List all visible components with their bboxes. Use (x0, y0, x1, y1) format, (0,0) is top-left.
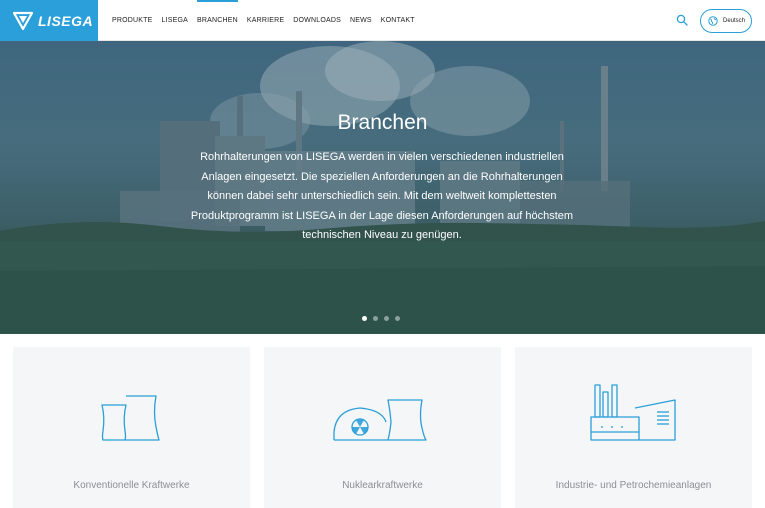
slider-dot-1[interactable] (362, 316, 367, 321)
hero-description: Rohrhalterungen von LISEGA werden in vie… (190, 151, 574, 241)
card-title: Industrie- und Petrochemieanlagen (555, 480, 712, 491)
card-nuklearkraftwerke[interactable]: Nuklearkraftwerke (264, 347, 501, 508)
nav-item-kontakt[interactable]: KONTAKT (381, 0, 415, 41)
nav-item-downloads[interactable]: DOWNLOADS (293, 0, 341, 41)
nav-item-news[interactable]: NEWS (350, 0, 372, 41)
logo-text: LISEGA (38, 12, 94, 29)
nav-item-karriere[interactable]: KARRIERE (247, 0, 284, 41)
logo[interactable]: LISEGA (0, 0, 98, 41)
slider-dot-2[interactable] (373, 316, 378, 321)
slider-pagination (362, 316, 406, 321)
card-konventionelle-kraftwerke[interactable]: Konventionelle Kraftwerke (13, 347, 250, 508)
language-selector[interactable]: Deutsch (700, 9, 752, 33)
nuclear-plant-icon (333, 399, 427, 441)
card-industrie-petrochemie[interactable]: Industrie- und Petrochemieanlagen (515, 347, 752, 508)
slider-dot-3[interactable] (384, 316, 389, 321)
card-title: Nuklearkraftwerke (342, 480, 423, 491)
globe-icon (708, 16, 718, 26)
hero-banner: Branchen Rohrhalterungen von LISEGA werd… (0, 41, 765, 334)
cooling-tower-icon (101, 395, 160, 441)
industry-cards: Konventionelle Kraftwerke Nuklearkraftwe… (0, 334, 765, 508)
factory-icon (590, 384, 676, 441)
page-title: Branchen (337, 111, 428, 134)
site-header: LISEGA PRODUKTE LISEGA BRANCHEN KARRIERE… (0, 0, 765, 41)
lisega-logo-icon (12, 11, 34, 30)
main-nav: PRODUKTE LISEGA BRANCHEN KARRIERE DOWNLO… (112, 0, 424, 41)
search-icon[interactable] (676, 14, 688, 26)
nav-item-produkte[interactable]: PRODUKTE (112, 0, 153, 41)
language-label: Deutsch (723, 18, 746, 24)
card-title: Konventionelle Kraftwerke (73, 480, 190, 491)
nav-item-branchen[interactable]: BRANCHEN (197, 0, 238, 41)
nav-item-lisega[interactable]: LISEGA (162, 0, 189, 41)
slider-dot-4[interactable] (395, 316, 400, 321)
